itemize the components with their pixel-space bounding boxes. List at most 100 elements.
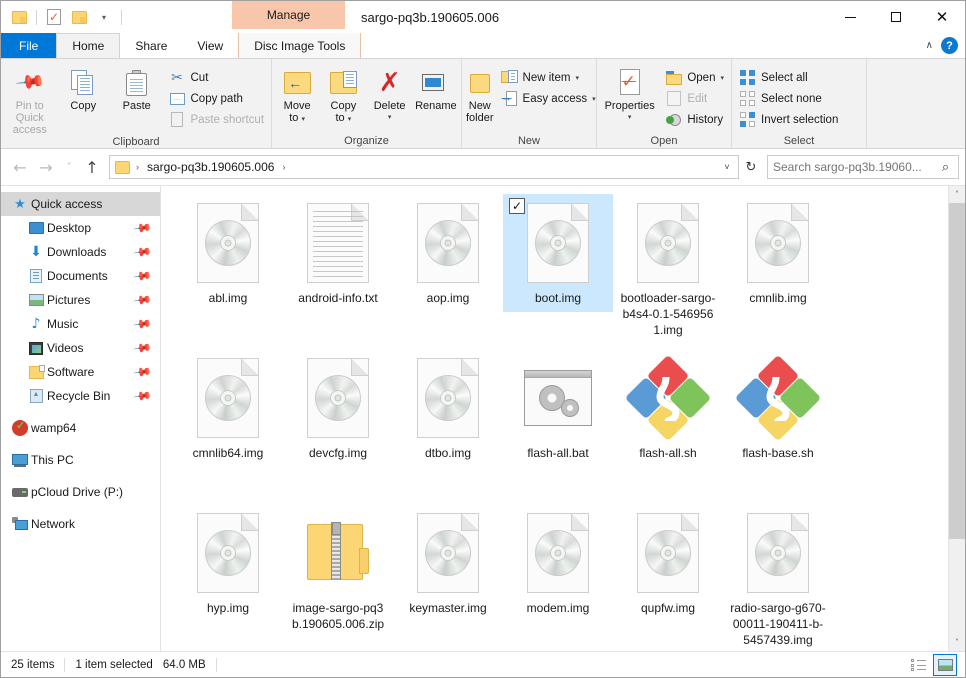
paste-button[interactable]: Paste <box>110 63 164 129</box>
properties-button[interactable]: ✓ Properties ▾ <box>599 63 660 129</box>
copy-path-button[interactable]: … Copy path <box>164 88 270 109</box>
tab-home-label: Home <box>72 39 105 53</box>
easy-access-button[interactable]: → Easy access ▾ <box>496 88 601 109</box>
breadcrumb-bar[interactable]: › sargo-pq3b.190605.006 › ˅ <box>109 155 739 179</box>
tab-share[interactable]: Share <box>120 33 183 58</box>
document-check-icon <box>47 9 61 25</box>
qat-new-folder-icon[interactable] <box>68 6 90 28</box>
file-item-devcfg-img[interactable]: ✓ devcfg.img <box>283 349 393 504</box>
sidebar-item-documents[interactable]: Documents 📌 <box>1 264 160 288</box>
pin-icon[interactable]: 📌 <box>132 314 152 334</box>
file-item-hyp-img[interactable]: ✓ hyp.img <box>173 504 283 651</box>
search-icon[interactable]: ⌕ <box>938 160 953 175</box>
file-item-flash-all-bat[interactable]: ✓ flash-all.bat <box>503 349 613 504</box>
scroll-up-button[interactable]: ˄ <box>949 186 965 203</box>
file-item-boot-img[interactable]: ✓ boot.img <box>503 194 613 312</box>
file-item-flash-base-sh[interactable]: ✓ flash-base.sh <box>723 349 833 504</box>
file-item-cmnlib64-img[interactable]: ✓ cmnlib64.img <box>173 349 283 504</box>
paste-shortcut-button[interactable]: Paste shortcut <box>164 109 270 130</box>
breadcrumb-item-folder[interactable]: sargo-pq3b.190605.006 <box>145 160 276 174</box>
sidebar-item-wamp64[interactable]: wamp64 <box>1 416 160 440</box>
tab-home[interactable]: Home <box>56 33 121 58</box>
copy-button[interactable]: Copy <box>57 63 111 129</box>
breadcrumb-separator-2[interactable]: › <box>279 162 288 172</box>
search-box[interactable]: ⌕ <box>767 155 959 179</box>
new-folder-button[interactable]: New folder <box>464 63 496 129</box>
sidebar-item-videos[interactable]: Videos 📌 <box>1 336 160 360</box>
details-view-button[interactable] <box>906 654 930 676</box>
scrollbar-track[interactable] <box>949 203 965 634</box>
history-button[interactable]: History <box>660 109 729 130</box>
qat-separator-1 <box>36 9 37 25</box>
pin-to-quick-access-button[interactable]: 📌 Pin to Quick access <box>3 63 57 136</box>
scrollbar-thumb[interactable] <box>949 203 965 540</box>
file-item-modem-img[interactable]: ✓ modem.img <box>503 504 613 651</box>
copy-to-button[interactable]: Copy to ▾ <box>320 63 366 129</box>
sidebar-item-quick-access[interactable]: ★ Quick access <box>1 192 160 216</box>
file-item-keymaster-img[interactable]: ✓ keymaster.img <box>393 504 503 651</box>
pin-icon[interactable]: 📌 <box>132 266 152 286</box>
sidebar-item-pictures[interactable]: Pictures 📌 <box>1 288 160 312</box>
file-item-image-sargo-zip[interactable]: ✓ image-sargo-pq3b.190605.006.zip <box>283 504 393 651</box>
sidebar-item-network[interactable]: Network <box>1 512 160 536</box>
edit-button[interactable]: Edit <box>660 88 729 109</box>
star-icon: ★ <box>14 196 26 211</box>
select-all-button[interactable]: Select all <box>734 67 843 88</box>
scroll-down-button[interactable]: ˅ <box>949 634 965 651</box>
new-item-button[interactable]: New item ▾ <box>496 67 601 88</box>
file-item-flash-all-sh[interactable]: ✓ flash-all.sh <box>613 349 723 504</box>
file-item-cmnlib-img[interactable]: ✓ cmnlib.img <box>723 194 833 349</box>
file-item-aop-img[interactable]: ✓ aop.img <box>393 194 503 349</box>
search-input[interactable] <box>773 160 938 174</box>
qat-properties-icon[interactable] <box>43 6 65 28</box>
sidebar-item-this-pc[interactable]: This PC <box>1 448 160 472</box>
rename-button[interactable]: Rename <box>413 63 459 129</box>
tab-view[interactable]: View <box>182 33 239 58</box>
file-item-dtbo-img[interactable]: ✓ dtbo.img <box>393 349 503 504</box>
forward-button[interactable]: → <box>33 154 59 180</box>
tab-disc-image-tools[interactable]: Disc Image Tools <box>238 33 362 58</box>
pin-icon[interactable]: 📌 <box>132 290 152 310</box>
sidebar-item-pcloud-drive[interactable]: pCloud Drive (P:) <box>1 480 160 504</box>
manage-contextual-tab[interactable]: Manage <box>232 1 345 29</box>
qat-folder-icon[interactable] <box>8 6 30 28</box>
file-item-qupfw-img[interactable]: ✓ qupfw.img <box>613 504 723 651</box>
pin-icon[interactable]: 📌 <box>132 362 152 382</box>
file-item-radio-sargo-img[interactable]: ✓ radio-sargo-g670-00011-190411-b-545743… <box>723 504 833 651</box>
back-button[interactable]: ← <box>7 154 33 180</box>
clipboard-small-buttons: ✂ Cut … Copy path Paste shortcut <box>164 63 270 130</box>
up-button[interactable]: ↑ <box>79 154 105 180</box>
cut-button[interactable]: ✂ Cut <box>164 67 270 88</box>
file-item-abl-img[interactable]: ✓ abl.img <box>173 194 283 349</box>
pin-icon[interactable]: 📌 <box>132 386 152 406</box>
delete-button[interactable]: ✗ Delete ▾ <box>367 63 413 129</box>
sidebar-item-desktop[interactable]: Desktop 📌 <box>1 216 160 240</box>
qat-customize-button[interactable]: ▾ <box>93 6 115 28</box>
sidebar-item-music[interactable]: ♪ Music 📌 <box>1 312 160 336</box>
file-item-bootloader-sargo-img[interactable]: ✓ bootloader-sargo-b4s4-0.1-5469561.img <box>613 194 723 349</box>
select-none-button[interactable]: Select none <box>734 88 843 109</box>
sidebar-item-software[interactable]: Software 📌 <box>1 360 160 384</box>
open-button[interactable]: Open ▾ <box>660 67 729 88</box>
sidebar-item-recycle-bin[interactable]: Recycle Bin 📌 <box>1 384 160 408</box>
file-name: dtbo.img <box>424 446 472 460</box>
vertical-scrollbar[interactable]: ˄ ˅ <box>948 186 965 651</box>
close-button[interactable]: ✕ <box>919 1 965 33</box>
pin-icon[interactable]: 📌 <box>132 338 152 358</box>
pin-icon[interactable]: 📌 <box>132 242 152 262</box>
pin-icon[interactable]: 📌 <box>132 218 152 238</box>
selection-checkbox[interactable]: ✓ <box>509 198 525 214</box>
refresh-button[interactable]: ↻ <box>739 155 763 179</box>
collapse-ribbon-icon[interactable]: ∧ <box>926 40 933 51</box>
maximize-button[interactable] <box>873 1 919 33</box>
minimize-button[interactable] <box>827 1 873 33</box>
sidebar-item-downloads[interactable]: ⬇ Downloads 📌 <box>1 240 160 264</box>
help-icon[interactable]: ? <box>941 37 958 54</box>
address-dropdown-icon[interactable]: ˅ <box>716 162 738 172</box>
large-icons-view-button[interactable] <box>933 653 957 676</box>
move-to-button[interactable]: ← Move to ▾ <box>274 63 320 129</box>
file-item-android-info-txt[interactable]: ✓ android-info.txt <box>283 194 393 349</box>
invert-selection-button[interactable]: Invert selection <box>734 109 843 130</box>
recent-locations-button[interactable]: ˅ <box>59 154 79 180</box>
tab-file[interactable]: File <box>1 33 57 58</box>
